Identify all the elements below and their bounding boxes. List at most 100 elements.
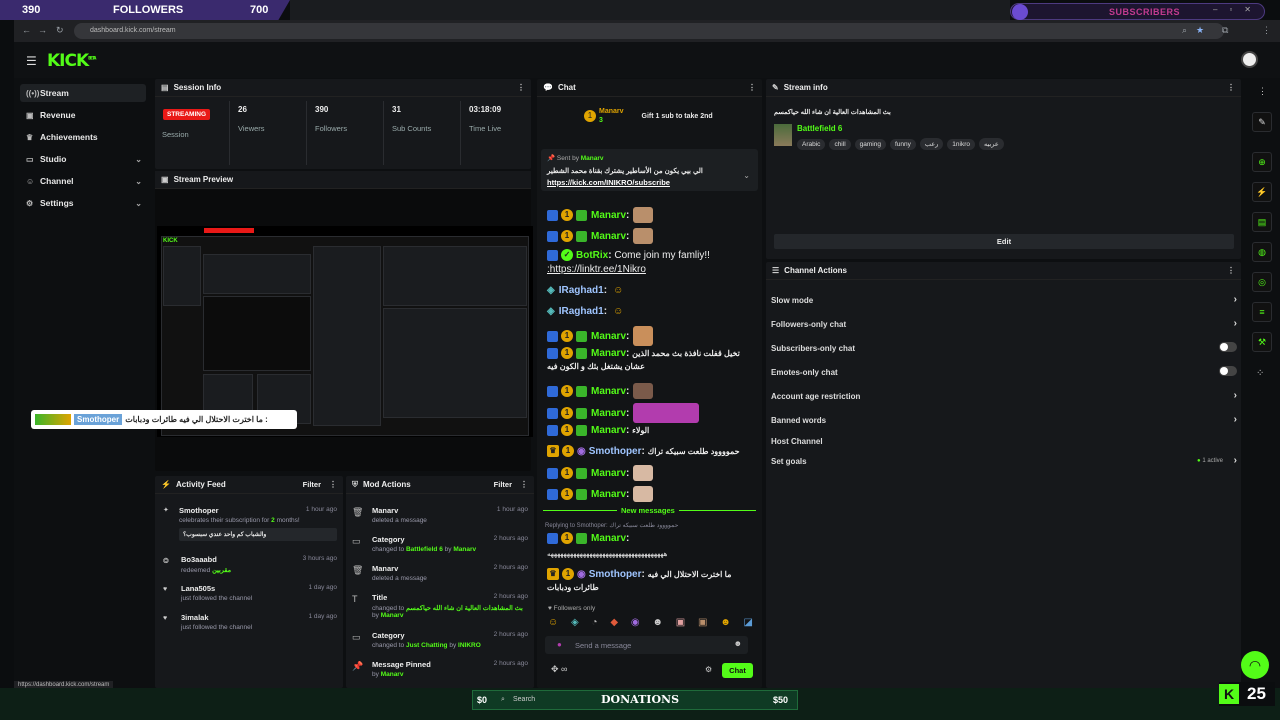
stream-preview-header: ▣ Stream Preview (155, 171, 531, 189)
chat-settings-icon[interactable]: ⚙ (705, 665, 712, 674)
bookmark-star-icon[interactable]: ★ (1196, 25, 1204, 36)
user-avatar[interactable] (1241, 51, 1258, 68)
chevron-right-icon: › (1233, 390, 1237, 401)
tag: 1nikro (947, 139, 975, 150)
reply-context: Replying to Smothoper: حموووود طلعت سبيك… (545, 523, 679, 529)
chat-tools-icon[interactable]: ✥ ∞ (551, 664, 567, 675)
list-icon[interactable]: ▤ (1252, 212, 1272, 232)
emote-icon (633, 486, 654, 502)
emote-bar[interactable]: ☺ ◈ ◔ ◆ ◉ ☻ ▣ ▣ ☻ ◪ (548, 617, 753, 630)
pinned-message[interactable]: 📌 Sent by Manarv الي بيي يكون من الأساطي… (541, 149, 758, 191)
set-goals-row[interactable]: Set goals ● 1 active › (771, 455, 1237, 466)
stat-followers: 390 Followers (315, 105, 348, 133)
chat-message-cont: ههههههههههههههههههههههههههههههههههههه (547, 551, 668, 558)
banned-words-row[interactable]: Banned words › (771, 414, 1237, 425)
chat-input-placeholder: Send a message (575, 641, 632, 650)
emote-icon (633, 207, 654, 223)
emotes-only-row[interactable]: Emotes-only chat (771, 366, 1237, 377)
filter-button[interactable]: Filter (494, 480, 512, 489)
emote-icon (633, 465, 654, 481)
sidebar-item-settings[interactable]: ⚙ Settings ⌄ (20, 194, 146, 212)
nodes-icon[interactable]: ⁘ (1256, 368, 1264, 379)
edit-button[interactable]: Edit (774, 234, 1234, 249)
chat-message: 1 Manarv: (547, 465, 654, 481)
mod-actions-panel: ⛨ Mod Actions Filter ⋮ 🗑 Manarv deleted a mes… (346, 476, 534, 688)
target-icon[interactable]: ⊕ (1252, 152, 1272, 172)
more-icon[interactable]: ⋮ (520, 480, 528, 489)
subscribers-label: SUBSCRIBERS (1109, 6, 1181, 17)
more-icon[interactable]: ⋮ (1227, 266, 1235, 275)
category-name[interactable]: Battlefield 6 (797, 124, 842, 133)
subscribers-only-row[interactable]: Subscribers-only chat (771, 342, 1237, 353)
subscribe-link[interactable]: https://kick.com/INIKRO/subscribe (547, 178, 670, 187)
more-icon[interactable]: ⋮ (329, 480, 337, 489)
gift-leaderboard[interactable]: 1 Manarv 3 Gift 1 sub to take 2nd (584, 107, 713, 125)
host-channel-row[interactable]: Host Channel (771, 437, 1237, 446)
more-icon[interactable]: ⋮ (1258, 86, 1267, 97)
activity-feed-header: ⚡ Activity Feed Filter ⋮ (155, 476, 343, 494)
stream-info-header: ✎ Stream info ⋮ (766, 79, 1241, 97)
chat-message: 1 Manarv: (547, 326, 654, 346)
edit-icon[interactable]: ✎ (1252, 112, 1272, 132)
account-age-row[interactable]: Account age restriction › (771, 390, 1237, 401)
more-icon[interactable]: ⋮ (517, 83, 525, 92)
support-chat-icon[interactable]: ◠ (1241, 651, 1269, 679)
chat-message: 1 Manarv: (547, 486, 654, 502)
activity-feed-panel: ⚡ Activity Feed Filter ⋮ ✦ Smothoper celebra… (155, 476, 343, 688)
subscribers-only-toggle[interactable] (1219, 342, 1237, 352)
reload-icon[interactable]: ↻ (56, 25, 64, 36)
kick-logo[interactable]: KICKBETA (47, 51, 96, 71)
sidebar-item-revenue[interactable]: ▣ Revenue (20, 106, 146, 124)
sidebar-item-channel[interactable]: ☺ Channel ⌄ (20, 172, 146, 190)
more-icon[interactable]: ⋮ (1227, 83, 1235, 92)
category-thumbnail (774, 124, 792, 146)
chevron-down-icon: ⌄ (135, 176, 142, 186)
chevron-down-icon[interactable]: ⌄ (743, 171, 750, 180)
activity-item: ♥ Lana505s just followed the channel 1 da… (163, 584, 337, 602)
back-icon[interactable]: ← (22, 25, 31, 35)
mic-icon[interactable]: ● (557, 640, 562, 649)
chevron-right-icon: › (1233, 294, 1237, 305)
sidebar-item-achievements[interactable]: ♛ Achievements (20, 128, 146, 146)
stat-viewers: 26 Viewers (238, 105, 265, 133)
send-chat-button[interactable]: Chat (722, 663, 753, 678)
chat-link[interactable]: :https://linktr.ee/1Nikro (547, 264, 646, 275)
trophy-icon: ♛ (26, 132, 34, 142)
window-controls[interactable]: –▫✕ (1213, 5, 1263, 14)
slow-mode-row[interactable]: Slow mode › (771, 294, 1237, 305)
viewer-count-badge: K 25 (1219, 682, 1275, 706)
emotes-only-toggle[interactable] (1219, 366, 1237, 376)
chat-message: 1 Manarv: (547, 403, 700, 423)
gifter-badge-icon: 1 (584, 110, 596, 122)
layers-icon[interactable]: ≡ (1252, 302, 1272, 322)
followers-label: FOLLOWERS (113, 4, 184, 16)
broadcast-icon[interactable]: ◎ (1252, 272, 1272, 292)
menu-dots-icon[interactable]: ⋮ (1262, 25, 1271, 36)
sidebar-item-studio[interactable]: ▭ Studio ⌄ (20, 150, 146, 168)
chevron-down-icon: ⌄ (135, 198, 142, 208)
address-bar[interactable]: dashboard.kick.com/stream (74, 23, 1224, 39)
emoji-picker-icon[interactable]: ☻ (734, 639, 742, 648)
wrench-icon[interactable]: ⚒ (1252, 332, 1272, 352)
user-icon: ☺ (26, 176, 35, 186)
stream-preview-video[interactable]: KICK (157, 226, 533, 437)
sidebar-item-stream[interactable]: ((•)) Stream (20, 84, 146, 102)
hamburger-icon[interactable]: ☰ (26, 54, 37, 68)
forward-icon[interactable]: → (38, 25, 47, 35)
followers-start: 390 (22, 4, 41, 16)
wallet-icon: ▣ (26, 110, 34, 120)
chat-icon[interactable]: ◍ (1252, 242, 1272, 262)
chat-input[interactable]: ● Send a message ☻ (545, 636, 748, 654)
lightning-icon[interactable]: ⚡ (1252, 182, 1272, 202)
tag: funny (889, 139, 916, 150)
mod-action-item: 🗑 Manarv deleted a message 1 hour ago (352, 506, 528, 524)
zoom-icon[interactable]: ⌕ (1182, 25, 1187, 36)
followers-only-row[interactable]: Followers-only chat › (771, 318, 1237, 329)
broadcast-icon: ((•)) (26, 88, 40, 98)
tv-icon: ▭ (26, 154, 34, 164)
trash-icon: 🗑 (352, 507, 364, 517)
filter-button[interactable]: Filter (303, 480, 321, 489)
more-icon[interactable]: ⋮ (748, 83, 756, 92)
extensions-icon[interactable]: ⧉ (1222, 25, 1228, 36)
chat-alert-toast: Smothoper ما اخترت الاحتلال الي فيه طائر… (31, 410, 297, 429)
